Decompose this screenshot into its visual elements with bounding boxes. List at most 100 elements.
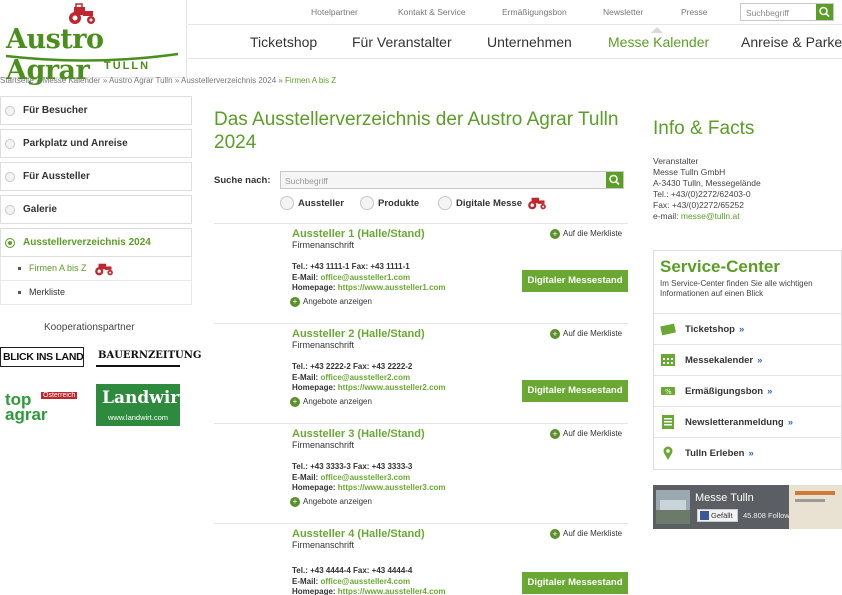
exhibitor-email-row: E-Mail: office@aussteller3.com bbox=[292, 473, 410, 482]
logo-swoosh bbox=[5, 52, 179, 62]
sidebar-item-fuer-aussteller[interactable]: Für Aussteller bbox=[0, 162, 192, 191]
add-to-merkliste-button[interactable]: + Auf die Merkliste bbox=[550, 429, 622, 439]
partners-title: Kooperationspartner bbox=[44, 322, 135, 333]
service-item-messekalender[interactable]: Messekalender» bbox=[654, 344, 842, 375]
sidebar-item-label: Galerie bbox=[23, 204, 57, 215]
exhibitor-address: Firmenanschrift bbox=[292, 340, 355, 350]
homepage-label: Homepage: bbox=[292, 283, 338, 292]
exhibitor-phone: Tel.: +43 2222-2 Fax: +43 2222-2 bbox=[292, 362, 413, 371]
email-label: E-Mail: bbox=[292, 273, 321, 282]
sidebar-item-fuer-besucher[interactable]: Für Besucher bbox=[0, 96, 192, 125]
toplink-newsletter[interactable]: Newsletter bbox=[603, 7, 643, 17]
location-icon bbox=[663, 446, 673, 460]
exhibitor-homepage-link[interactable]: https://www.aussteller2.com bbox=[338, 383, 446, 392]
plus-icon: + bbox=[550, 229, 560, 239]
digital-stand-button[interactable]: Digitaler Messestand bbox=[522, 270, 628, 292]
sidebar-subitem-firmen-a-bis-z[interactable]: Firmen A bis Z bbox=[0, 257, 192, 281]
toplink-ermaessigung[interactable]: Ermäßigungsbon bbox=[502, 7, 567, 17]
exhibitor-search-button[interactable] bbox=[606, 172, 623, 188]
nav-messe-kalender[interactable]: Messe Kalender bbox=[608, 34, 709, 50]
partner-logo-top-agrar[interactable]: top Österreich agrar bbox=[5, 390, 85, 424]
facebook-like-button[interactable]: Gefällt bbox=[697, 509, 738, 522]
breadcrumb-current: Firmen A bis Z bbox=[285, 76, 337, 85]
service-item-newsletter[interactable]: Newsletteranmeldung» bbox=[654, 406, 842, 437]
show-offers-link[interactable]: + Angebote anzeigen bbox=[290, 497, 372, 507]
sidebar-item-parkplatz[interactable]: Parkplatz und Anreise bbox=[0, 129, 192, 158]
nav-unternehmen[interactable]: Unternehmen bbox=[487, 34, 572, 50]
service-item-ermaessigungsbon[interactable]: % Ermäßigungsbon» bbox=[654, 375, 842, 406]
sidebar-item-galerie[interactable]: Galerie bbox=[0, 195, 192, 224]
exhibitor-card: Aussteller 4 (Halle/Stand) Firmenanschri… bbox=[214, 523, 628, 595]
digital-stand-button[interactable]: Digitaler Messestand bbox=[522, 572, 628, 594]
exhibitor-name[interactable]: Aussteller 2 (Halle/Stand) bbox=[292, 328, 425, 340]
search-label: Suche nach: bbox=[214, 175, 271, 186]
breadcrumb-path[interactable]: Startseite » Messe Kalender » Austro Agr… bbox=[0, 76, 285, 85]
exhibitor-email-link[interactable]: office@aussteller4.com bbox=[320, 577, 410, 586]
facebook-like-label: Gefällt bbox=[711, 511, 733, 520]
exhibitor-address: Firmenanschrift bbox=[292, 440, 355, 450]
exhibitor-name[interactable]: Aussteller 4 (Halle/Stand) bbox=[292, 528, 425, 540]
add-to-merkliste-button[interactable]: + Auf die Merkliste bbox=[550, 529, 622, 539]
merk-label: Auf die Merkliste bbox=[563, 229, 623, 239]
add-to-merkliste-button[interactable]: + Auf die Merkliste bbox=[550, 229, 622, 239]
digital-stand-button[interactable]: Digitaler Messestand bbox=[522, 380, 628, 402]
plus-icon: + bbox=[290, 497, 300, 507]
service-item-label: Ermäßigungsbon» bbox=[685, 386, 773, 397]
subitem-dot bbox=[18, 291, 21, 294]
chevron-right-icon: » bbox=[738, 324, 745, 335]
main-nav: Ticketshop Für Veranstalter Unternehmen … bbox=[188, 26, 842, 59]
partner-tag: Österreich bbox=[41, 392, 78, 399]
partner-logo-landwirt[interactable]: Landwirt www.landwirt.com bbox=[96, 384, 187, 426]
toplink-kontakt[interactable]: Kontakt & Service bbox=[398, 7, 466, 17]
nav-fuer-veranstalter[interactable]: Für Veranstalter bbox=[352, 34, 452, 50]
nav-ticketshop[interactable]: Ticketshop bbox=[250, 34, 317, 50]
service-item-tulln-erleben[interactable]: Tulln Erleben» bbox=[654, 437, 842, 468]
exhibitor-phone: Tel.: +43 3333-3 Fax: +43 3333-3 bbox=[292, 462, 413, 471]
exhibitor-search-input[interactable]: Suchbegriff bbox=[280, 171, 624, 189]
offers-label: Angebote anzeigen bbox=[303, 297, 372, 307]
nav-anreise-parken[interactable]: Anreise & Parken bbox=[741, 34, 842, 50]
facebook-page-name[interactable]: Messe Tulln bbox=[695, 492, 754, 504]
service-item-ticketshop[interactable]: Ticketshop» bbox=[654, 313, 842, 344]
info-company: Messe Tulln GmbH bbox=[653, 167, 726, 177]
sidebar-subitem-merkliste[interactable]: Merkliste bbox=[0, 281, 192, 305]
sidebar-item-label: Parkplatz und Anreise bbox=[23, 138, 128, 149]
service-item-label: Newsletteranmeldung» bbox=[685, 417, 794, 428]
exhibitor-phone: Tel.: +43 1111-1 Fax: +43 1111-1 bbox=[292, 262, 410, 271]
sidebar-bullet bbox=[5, 139, 15, 149]
exhibitor-homepage-link[interactable]: https://www.aussteller3.com bbox=[338, 483, 446, 492]
merk-label: Auf die Merkliste bbox=[563, 429, 623, 439]
tractor-icon bbox=[528, 197, 546, 210]
chevron-right-icon: » bbox=[787, 417, 794, 428]
exhibitor-email-link[interactable]: office@aussteller3.com bbox=[320, 473, 410, 482]
exhibitor-name[interactable]: Aussteller 1 (Halle/Stand) bbox=[292, 228, 425, 240]
exhibitor-homepage-link[interactable]: https://www.aussteller4.com bbox=[338, 587, 446, 595]
exhibitor-name[interactable]: Aussteller 3 (Halle/Stand) bbox=[292, 428, 425, 440]
info-email-link[interactable]: messe@tulln.at bbox=[681, 211, 740, 221]
facebook-widget[interactable]: Messe Tulln Gefällt 45.808 Follower bbox=[653, 485, 842, 529]
sidebar-item-ausstellerverzeichnis[interactable]: Ausstellerverzeichnis 2024 bbox=[0, 228, 192, 257]
toplink-presse[interactable]: Presse bbox=[681, 7, 707, 17]
top-search-button[interactable] bbox=[816, 4, 833, 20]
sidebar-item-label: Für Aussteller bbox=[23, 171, 90, 182]
plus-icon: + bbox=[290, 297, 300, 307]
exhibitor-email-link[interactable]: office@aussteller1.com bbox=[320, 273, 410, 282]
info-email-label: e-mail: bbox=[653, 211, 681, 221]
plus-icon: + bbox=[290, 397, 300, 407]
exhibitor-email-link[interactable]: office@aussteller2.com bbox=[320, 373, 410, 382]
service-center-title: Service-Center bbox=[660, 257, 781, 276]
email-label: E-Mail: bbox=[292, 577, 321, 586]
toplink-hotelpartner[interactable]: Hotelpartner bbox=[311, 7, 358, 17]
site-logo[interactable]: Austro Agrar TULLN bbox=[0, 0, 187, 86]
homepage-label: Homepage: bbox=[292, 483, 338, 492]
top-search-input[interactable]: Suchbegriff bbox=[740, 3, 834, 21]
exhibitor-phone: Tel.: +43 4444-4 Fax: +43 4444-4 bbox=[292, 566, 413, 575]
partner-logo-bauernzeitung[interactable]: BAUERNZEITUNG bbox=[96, 347, 201, 367]
top-search-placeholder: Suchbegriff bbox=[746, 8, 789, 18]
show-offers-link[interactable]: + Angebote anzeigen bbox=[290, 297, 372, 307]
show-offers-link[interactable]: + Angebote anzeigen bbox=[290, 397, 372, 407]
exhibitor-homepage-link[interactable]: https://www.aussteller1.com bbox=[338, 283, 446, 292]
newsletter-icon bbox=[662, 415, 674, 429]
add-to-merkliste-button[interactable]: + Auf die Merkliste bbox=[550, 329, 622, 339]
partner-logo-blick-ins-land[interactable]: BLICK INS LAND bbox=[0, 347, 84, 367]
